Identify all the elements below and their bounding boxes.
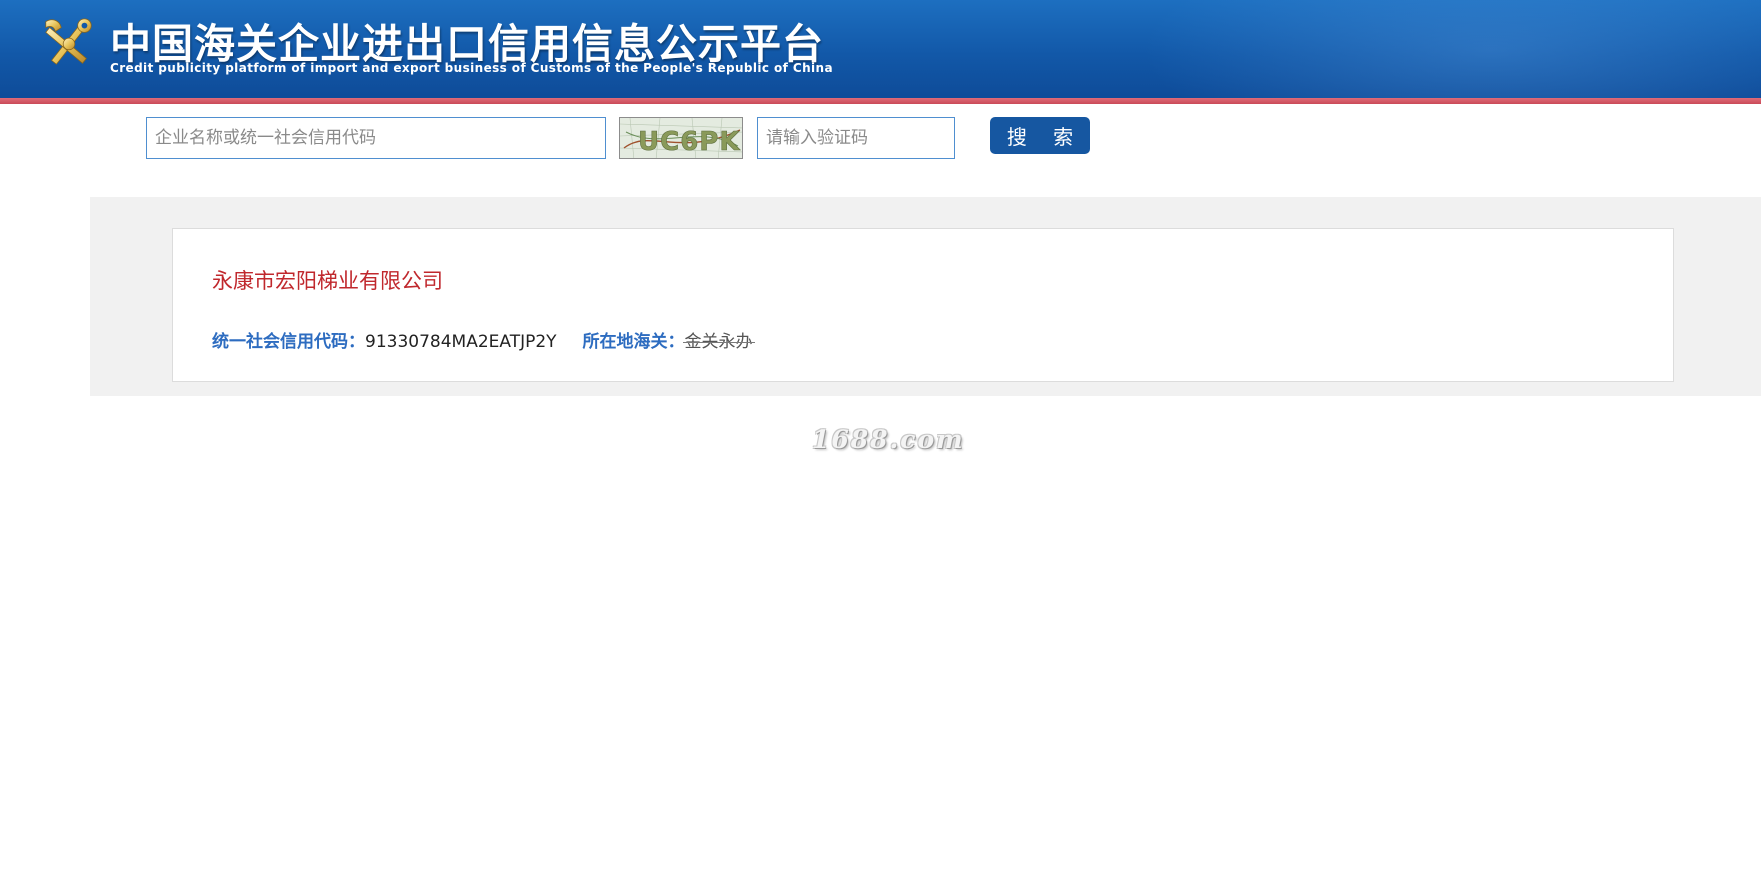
credit-code-value: 91330784MA2EATJP2Y: [365, 332, 557, 352]
customs-emblem-icon: [45, 18, 92, 65]
company-info-row: 统一社会信用代码：91330784MA2EATJP2Y 所在地海关：金关永办: [212, 327, 753, 352]
results-area: 永康市宏阳梯业有限公司 统一社会信用代码：91330784MA2EATJP2Y 所…: [90, 197, 1761, 396]
site-header: 中国海关企业进出口信用信息公示平台 Credit publicity platf…: [0, 0, 1761, 100]
result-card[interactable]: 永康市宏阳梯业有限公司 统一社会信用代码：91330784MA2EATJP2Y 所…: [172, 228, 1674, 382]
search-bar: UC6PK 搜 索: [0, 117, 1761, 160]
customs-value: 金关永办: [684, 332, 753, 352]
header-divider: [0, 98, 1761, 104]
watermark: 1688.com: [812, 425, 965, 454]
credit-code-label: 统一社会信用代码：: [212, 332, 365, 352]
captcha-text: UC6PK: [638, 127, 741, 157]
site-subtitle: Credit publicity platform of import and …: [110, 61, 833, 75]
company-name-link[interactable]: 永康市宏阳梯业有限公司: [212, 265, 443, 295]
company-search-input[interactable]: [146, 117, 606, 159]
captcha-image[interactable]: UC6PK: [619, 117, 743, 159]
captcha-noise: UC6PK: [620, 118, 742, 158]
captcha-input[interactable]: [757, 117, 955, 159]
search-button[interactable]: 搜 索: [990, 117, 1090, 154]
customs-label: 所在地海关：: [582, 332, 685, 352]
